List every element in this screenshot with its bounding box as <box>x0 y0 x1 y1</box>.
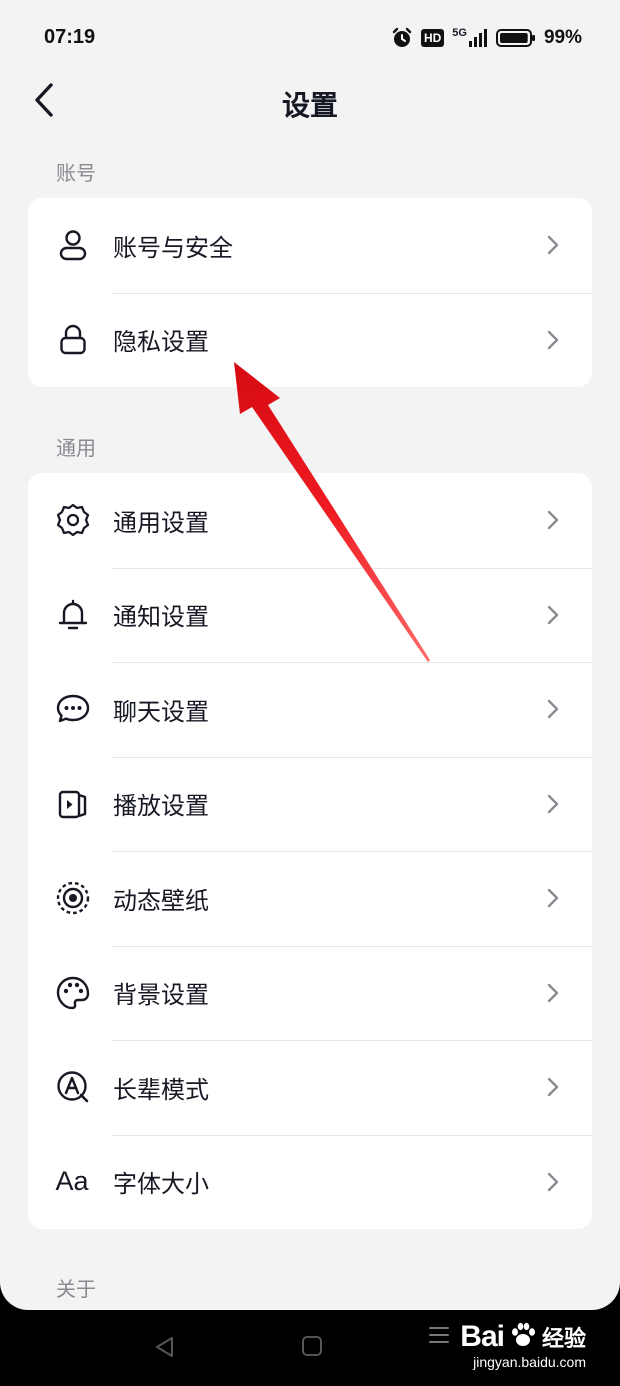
chevron-right-icon <box>547 236 559 255</box>
network-type: 5G <box>452 27 467 39</box>
settings-item-label: 账号与安全 <box>113 233 233 262</box>
paw-icon <box>508 1320 538 1354</box>
hd-badge: HD <box>420 29 445 47</box>
section-label-general: 通用 <box>56 436 96 460</box>
settings-item-chat[interactable]: 聊天设置 <box>28 662 592 757</box>
settings-item-label: 动态壁纸 <box>113 886 209 915</box>
baidu-jingyan-watermark: Bai 经验 jingyan.baidu.com <box>428 1320 586 1370</box>
settings-item-privacy[interactable]: 隐私设置 <box>28 292 592 388</box>
status-bar: 07:19 HD 5G 99% <box>0 0 620 76</box>
section-label-account: 账号 <box>56 161 96 185</box>
system-nav-bar: Bai 经验 jingyan.baidu.com <box>0 1310 620 1386</box>
chevron-right-icon <box>547 700 559 719</box>
font-size-icon-text: Aa <box>55 1166 89 1197</box>
general-card: 通用设置 通知设置 聊天设置 播放设置 动态壁纸 背景设置 长辈模式 Aa 字体… <box>28 473 592 1229</box>
settings-screen: 07:19 HD 5G 99% 设置 账号 账号与安全 隐私设置 通用 通用设置… <box>0 0 620 1310</box>
user-icon <box>54 226 92 264</box>
settings-item-label: 长辈模式 <box>113 1075 209 1104</box>
settings-item-elder-mode[interactable]: 长辈模式 <box>28 1040 592 1135</box>
settings-item-label: 背景设置 <box>113 981 209 1010</box>
watermark-logo: Bai 经验 <box>428 1320 586 1354</box>
settings-item-live-wallpaper[interactable]: 动态壁纸 <box>28 851 592 946</box>
settings-item-account-security[interactable]: 账号与安全 <box>28 198 592 293</box>
battery-percent: 99% <box>543 27 582 48</box>
settings-item-label: 通用设置 <box>113 508 209 537</box>
settings-item-label: 字体大小 <box>113 1170 209 1199</box>
status-time: 07:19 <box>44 26 96 48</box>
settings-item-general[interactable]: 通用设置 <box>28 473 592 568</box>
lock-icon <box>54 321 92 359</box>
settings-item-font-size[interactable]: Aa 字体大小 <box>28 1134 592 1230</box>
chevron-right-icon <box>547 983 559 1002</box>
nav-bar: 设置 <box>0 76 620 128</box>
elder-mode-icon <box>54 1068 92 1106</box>
chevron-right-icon <box>547 1078 559 1097</box>
signal-5g-icon: 5G <box>452 28 488 48</box>
settings-item-label: 隐私设置 <box>113 328 209 357</box>
chevron-right-icon <box>547 511 559 530</box>
status-icons: HD 5G 99% <box>391 24 582 52</box>
settings-item-label: 播放设置 <box>113 792 209 821</box>
chevron-right-icon <box>547 330 559 349</box>
chevron-right-icon <box>547 605 559 624</box>
chevron-right-icon <box>547 1172 559 1191</box>
play-icon <box>54 785 92 823</box>
settings-item-label: 通知设置 <box>113 603 209 632</box>
system-back-button[interactable] <box>152 1334 178 1364</box>
gear-icon <box>54 501 92 539</box>
system-home-button[interactable] <box>300 1334 324 1362</box>
menu-icon <box>428 1324 450 1350</box>
watermark-brand-cn: 经验 <box>541 1327 586 1352</box>
chevron-right-icon <box>547 889 559 908</box>
watermark-brand: Bai <box>460 1320 505 1353</box>
settings-item-notification[interactable]: 通知设置 <box>28 567 592 663</box>
watermark-url: jingyan.baidu.com <box>473 1354 586 1370</box>
section-label-about: 关于 <box>56 1277 96 1301</box>
settings-item-background[interactable]: 背景设置 <box>28 945 592 1041</box>
settings-item-label: 聊天设置 <box>113 697 209 726</box>
account-card: 账号与安全 隐私设置 <box>28 198 592 387</box>
chevron-right-icon <box>547 794 559 813</box>
battery-icon <box>495 28 536 48</box>
page-title: 设置 <box>281 89 338 122</box>
settings-item-playback[interactable]: 播放设置 <box>28 756 592 852</box>
bell-icon <box>54 596 92 634</box>
palette-icon <box>54 974 92 1012</box>
font-size-icon: Aa <box>50 1163 94 1201</box>
alarm-icon <box>391 27 413 49</box>
wallpaper-icon <box>54 879 92 917</box>
chat-bubble-icon <box>54 690 92 728</box>
